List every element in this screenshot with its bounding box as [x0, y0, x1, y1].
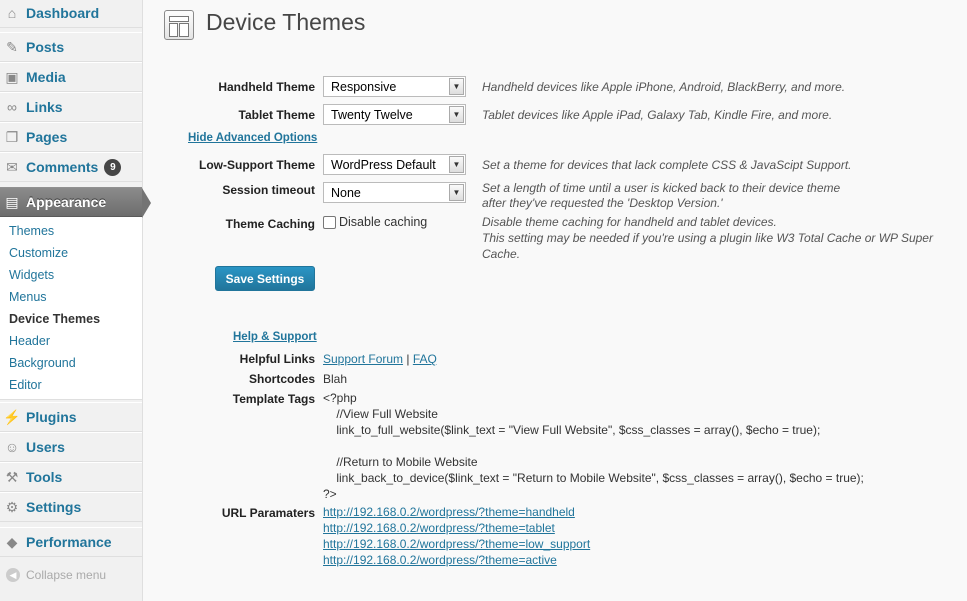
theme-caching-description-line1: Disable theme caching for handheld and t…	[482, 215, 777, 229]
url-low-support-link[interactable]: http://192.168.0.2/wordpress/?theme=low_…	[323, 537, 590, 551]
shortcodes-value: Blah	[323, 372, 348, 386]
menu-item-settings[interactable]: ⚙ Settings	[0, 492, 142, 522]
settings-icon: ⚙	[5, 498, 19, 515]
menu-label: Comments	[26, 159, 99, 175]
menu-item-comments[interactable]: ✉ Comments 9	[0, 152, 142, 182]
users-icon: ☺	[4, 439, 20, 455]
tablet-theme-label: Tablet Theme	[238, 108, 315, 122]
helpful-links: Support Forum | FAQ	[323, 352, 437, 366]
url-active-link[interactable]: http://192.168.0.2/wordpress/?theme=acti…	[323, 553, 557, 567]
template-tags-label: Template Tags	[232, 392, 315, 406]
disable-caching-label[interactable]: Disable caching	[339, 215, 427, 229]
select-value: Responsive	[331, 80, 397, 94]
disable-caching-checkbox[interactable]	[323, 216, 336, 229]
menu-item-tools[interactable]: ⚒ Tools	[0, 462, 142, 492]
hide-advanced-options-link[interactable]: Hide Advanced Options	[188, 132, 317, 144]
menu-label: Plugins	[26, 409, 77, 425]
theme-caching-description-line2: This setting may be needed if you're usi…	[482, 231, 933, 245]
support-forum-link[interactable]: Support Forum	[323, 352, 403, 366]
chevron-down-icon: ▼	[449, 184, 464, 201]
menu-label: Links	[26, 99, 63, 115]
plugin-icon: ⚡	[3, 408, 21, 425]
menu-item-performance[interactable]: ◆ Performance	[0, 527, 142, 557]
main-content: Device Themes Handheld Theme Responsive …	[143, 0, 967, 601]
menu-item-plugins[interactable]: ⚡ Plugins	[0, 402, 142, 432]
menu-label: Posts	[26, 39, 65, 55]
helpful-links-label: Helpful Links	[239, 352, 315, 366]
theme-caching-description-line3: Cache.	[482, 247, 521, 261]
comment-count-badge: 9	[104, 158, 122, 176]
help-support-heading[interactable]: Help & Support	[233, 331, 317, 343]
submenu-item-menus[interactable]: Menus	[9, 290, 47, 304]
menu-item-links[interactable]: ∞ Links	[0, 92, 142, 122]
url-parameters-label: URL Paramaters	[221, 506, 315, 520]
select-value: Twenty Twelve	[331, 108, 413, 122]
submenu-item-editor[interactable]: Editor	[9, 378, 42, 392]
chevron-down-icon: ▼	[449, 156, 464, 173]
shortcodes-label: Shortcodes	[248, 372, 315, 386]
select-value: WordPress Default	[331, 158, 436, 172]
select-value: None	[331, 186, 361, 200]
menu-item-dashboard[interactable]: ⌂ Dashboard	[0, 0, 142, 28]
menu-label: Pages	[26, 129, 68, 145]
session-timeout-description-line1: Set a length of time until a user is kic…	[482, 181, 841, 195]
link-icon: ∞	[7, 99, 17, 115]
url-handheld-link[interactable]: http://192.168.0.2/wordpress/?theme=hand…	[323, 505, 575, 519]
handheld-theme-description: Handheld devices like Apple iPhone, Andr…	[482, 80, 846, 94]
comment-icon: ✉	[6, 158, 18, 175]
menu-item-posts[interactable]: ✎ Posts	[0, 32, 142, 62]
tablet-theme-description: Tablet devices like Apple iPad, Galaxy T…	[482, 108, 833, 122]
menu-item-media[interactable]: ▣ Media	[0, 62, 142, 92]
appearance-submenu: Themes Customize Widgets Menus Device Th…	[0, 217, 142, 400]
link-separator: |	[406, 352, 410, 366]
theme-caching-label: Theme Caching	[225, 217, 315, 231]
low-support-theme-select[interactable]: WordPress Default ▼	[323, 154, 466, 175]
menu-label: Users	[26, 439, 65, 455]
submenu-item-widgets[interactable]: Widgets	[9, 268, 54, 282]
menu-item-appearance[interactable]: ▤ Appearance	[0, 187, 151, 218]
low-support-theme-label: Low-Support Theme	[199, 158, 315, 172]
menu-label: Tools	[26, 469, 63, 485]
submenu-item-themes[interactable]: Themes	[9, 224, 54, 238]
handheld-theme-select[interactable]: Responsive ▼	[323, 76, 466, 97]
template-tags-code: <?php //View Full Website link_to_full_w…	[323, 391, 864, 501]
url-tablet-link[interactable]: http://192.168.0.2/wordpress/?theme=tabl…	[323, 521, 555, 535]
collapse-arrow-icon: ◀	[6, 568, 20, 582]
menu-label: Performance	[26, 534, 112, 550]
chevron-down-icon: ▼	[449, 106, 464, 123]
appearance-page-icon	[164, 10, 194, 40]
menu-item-users[interactable]: ☺ Users	[0, 432, 142, 462]
faq-link[interactable]: FAQ	[413, 352, 437, 366]
dashboard-icon: ⌂	[7, 5, 17, 21]
admin-sidebar: ⌂ Dashboard ✎ Posts ▣ Media ∞ Links ❐ Pa…	[0, 0, 151, 601]
menu-label: Settings	[26, 499, 82, 515]
tools-icon: ⚒	[5, 468, 19, 485]
low-support-theme-description: Set a theme for devices that lack comple…	[482, 158, 852, 172]
pages-icon: ❐	[5, 128, 19, 145]
session-timeout-label: Session timeout	[222, 183, 315, 197]
menu-label: Media	[26, 69, 66, 85]
appearance-icon: ▤	[5, 193, 19, 210]
page-title: Device Themes	[206, 9, 366, 35]
submenu-item-background[interactable]: Background	[9, 356, 76, 370]
tablet-theme-select[interactable]: Twenty Twelve ▼	[323, 104, 466, 125]
media-icon: ▣	[5, 68, 19, 85]
session-timeout-select[interactable]: None ▼	[323, 182, 466, 203]
collapse-menu-label: Collapse menu	[26, 568, 107, 582]
chevron-down-icon: ▼	[449, 78, 464, 95]
submenu-item-header[interactable]: Header	[9, 334, 50, 348]
session-timeout-description-line2: after they've requested the 'Desktop Ver…	[482, 196, 723, 210]
handheld-theme-label: Handheld Theme	[218, 80, 315, 94]
save-settings-button[interactable]: Save Settings	[215, 266, 315, 291]
menu-label: Dashboard	[26, 5, 100, 21]
submenu-item-device-themes[interactable]: Device Themes	[9, 312, 100, 326]
pin-icon: ✎	[6, 38, 18, 55]
menu-item-pages[interactable]: ❐ Pages	[0, 122, 142, 152]
menu-label: Appearance	[26, 194, 107, 210]
performance-icon: ◆	[6, 533, 18, 550]
collapse-menu-button[interactable]: ◀ Collapse menu	[0, 563, 142, 587]
submenu-item-customize[interactable]: Customize	[9, 246, 68, 260]
